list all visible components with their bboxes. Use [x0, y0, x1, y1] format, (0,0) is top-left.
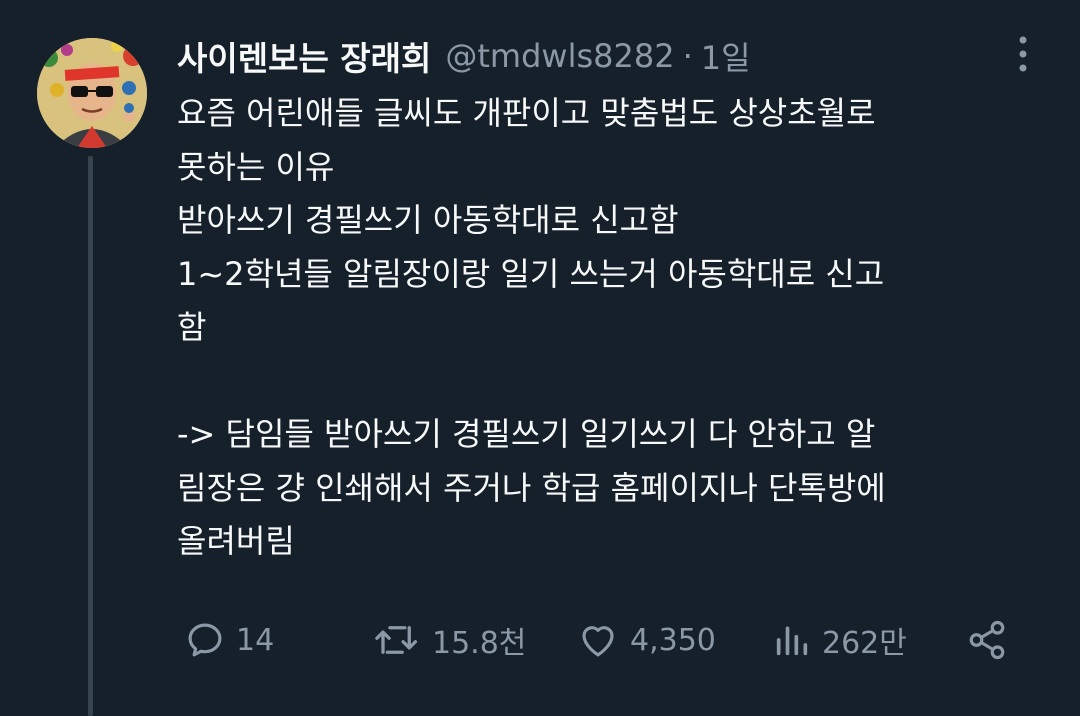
- avatar[interactable]: [37, 38, 147, 148]
- tweet-text-line: 림장은 걍 인쇄해서 주거나 학급 홈페이지나 단톡방에: [177, 468, 886, 507]
- like-count: 4,350: [630, 622, 716, 658]
- timestamp[interactable]: 1일: [701, 33, 751, 79]
- views-icon: [776, 626, 808, 656]
- heart-icon: [582, 626, 614, 657]
- share-icon: [969, 620, 1005, 660]
- tweet-text-line: 요즘 어린애들 글씨도 개판이고 맞춤법도 상상초월로: [177, 94, 876, 132]
- tweet-text-line: 함: [177, 308, 207, 346]
- tweet-text-line: [177, 355, 1057, 409]
- more-vertical-icon: [1019, 36, 1027, 72]
- share-button[interactable]: [966, 608, 1008, 672]
- like-button[interactable]: 4,350: [576, 608, 716, 672]
- views-button[interactable]: 262만: [772, 608, 907, 672]
- retweet-icon: [375, 626, 418, 654]
- view-count: 262만: [822, 626, 907, 661]
- tweet-text-line: 올려버림: [177, 522, 295, 560]
- avatar-image: [37, 38, 147, 148]
- display-name[interactable]: 사이렌보는 장래희: [177, 32, 431, 80]
- reply-icon: [188, 623, 222, 657]
- reply-count: 14: [236, 622, 275, 658]
- tweet-text: 요즘 어린애들 글씨도 개판이고 맞춤법도 상상초월로 못하는 이유 받아쓰기 …: [177, 87, 1057, 569]
- user-handle[interactable]: @tmdwls8282: [445, 37, 674, 75]
- tweet-text-line: 1~2학년들 알림장이랑 일기 쓰는거 아동학대로 신고: [177, 254, 885, 293]
- tweet-text-line: -> 담임들 받아쓰기 경필쓰기 일기쓰기 다 안하고 알: [177, 415, 876, 453]
- action-bar: 14 15.8천 4,350 262만: [0, 608, 1080, 672]
- tweet-header: 사이렌보는 장래희 @tmdwls8282 · 1일: [177, 30, 751, 82]
- tweet-text-line: 못하는 이유: [177, 147, 335, 186]
- tweet-text-line: 받아쓰기 경필쓰기 아동학대로 신고함: [177, 201, 679, 239]
- retweet-button[interactable]: 15.8천: [372, 608, 526, 672]
- reply-button[interactable]: 14: [184, 608, 274, 672]
- more-options-button[interactable]: [1008, 32, 1038, 76]
- retweet-count: 15.8천: [432, 626, 527, 661]
- separator-dot: ·: [682, 37, 693, 75]
